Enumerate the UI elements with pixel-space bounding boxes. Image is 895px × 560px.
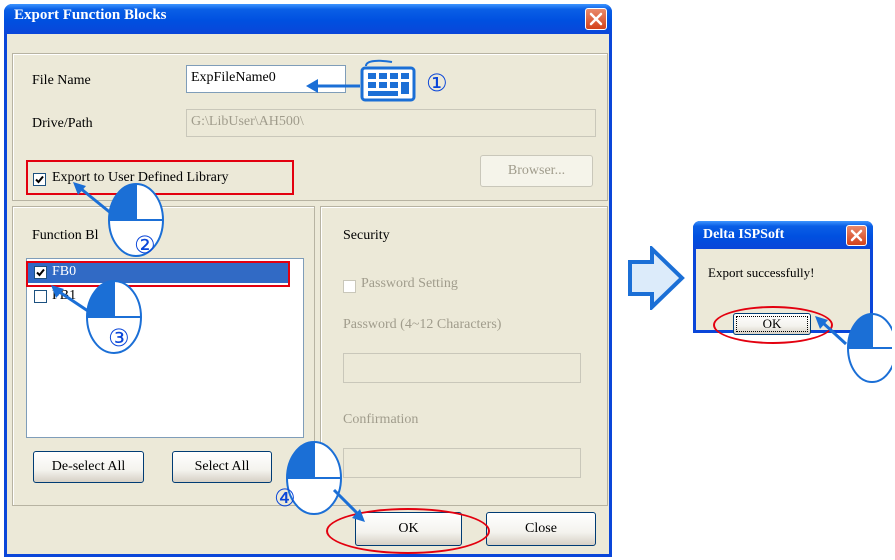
step-number-2: ② xyxy=(134,231,156,259)
close-icon xyxy=(850,229,863,242)
password-setting-label: Password Setting xyxy=(361,276,458,291)
arrow-left-icon xyxy=(306,79,360,93)
password-setting-checkbox[interactable] xyxy=(343,280,356,293)
arrow-up-left-icon xyxy=(73,182,113,216)
deselect-all-button[interactable]: De-select All xyxy=(33,451,144,483)
mouse-icon xyxy=(847,313,892,383)
confirmation-input[interactable] xyxy=(343,448,581,478)
dialog-title: Export Function Blocks xyxy=(14,7,167,23)
drive-path-label: Drive/Path xyxy=(32,116,93,131)
step1-annotation xyxy=(306,59,416,102)
file-name-label: File Name xyxy=(32,73,91,88)
close-window-button[interactable] xyxy=(585,8,607,30)
message-close-button[interactable] xyxy=(846,225,867,246)
step-number-4: ④ xyxy=(274,484,296,512)
browser-button[interactable]: Browser... xyxy=(480,155,593,187)
security-label: Security xyxy=(343,228,390,243)
confirmation-label: Confirmation xyxy=(343,412,419,427)
arrow-up-left-icon xyxy=(815,316,848,346)
step-number-1: ① xyxy=(426,69,448,97)
step-number-3: ③ xyxy=(108,324,130,352)
password-label: Password (4~12 Characters) xyxy=(343,317,502,332)
close-icon xyxy=(589,12,603,26)
password-input[interactable] xyxy=(343,353,581,383)
arrow-down-right-icon xyxy=(332,488,365,522)
step3-annotation xyxy=(51,280,142,354)
select-all-button[interactable]: Select All xyxy=(172,451,272,483)
message-click-annotation xyxy=(815,313,892,383)
keyboard-icon xyxy=(360,59,416,102)
message-dialog-title: Delta ISPSoft xyxy=(703,227,785,242)
close-button[interactable]: Close xyxy=(486,512,596,546)
arrow-right-icon xyxy=(628,246,685,310)
drive-path-input[interactable]: G:\LibUser\AH500\ xyxy=(186,109,596,137)
message-text: Export successfully! xyxy=(708,265,815,280)
